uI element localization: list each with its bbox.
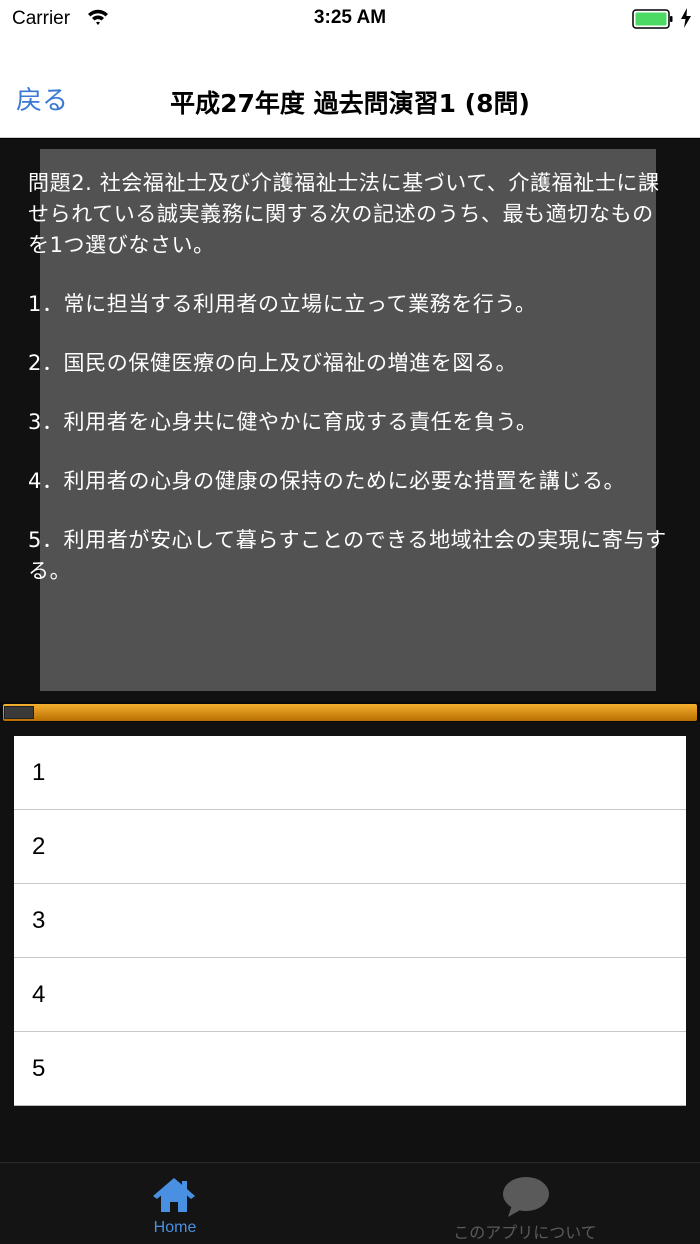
status-time: 3:25 AM [313, 7, 387, 28]
choice-3: 3．利用者を心身共に健やかに育成する責任を負う。 [28, 410, 538, 434]
tab-bar: Home このアプリについて [0, 1162, 700, 1244]
tab-home-label: Home [153, 1219, 197, 1236]
battery-icon [632, 9, 674, 33]
answer-option-3[interactable]: 3 [14, 884, 686, 958]
tab-about-label: このアプリについて [453, 1223, 597, 1242]
question-text: 問題2. 社会福祉士及び介護福祉士法に基づいて、介護福祉士に課せられている誠実義… [28, 168, 674, 615]
tab-home[interactable]: Home [0, 1163, 350, 1244]
answer-option-2[interactable]: 2 [14, 810, 686, 884]
choice-5: 5．利用者が安心して暮らすことのできる地域社会の実現に寄与する。 [28, 528, 667, 583]
charging-bolt-icon [680, 7, 692, 33]
choice-4: 4．利用者の心身の健康の保持のために必要な措置を講じる。 [28, 469, 626, 493]
answer-option-4[interactable]: 4 [14, 958, 686, 1032]
answer-list: 1 2 3 4 5 [14, 736, 686, 1106]
question-stem: 問題2. 社会福祉士及び介護福祉士法に基づいて、介護福祉士に課せられている誠実義… [28, 171, 660, 257]
choice-1: 1．常に担当する利用者の立場に立って業務を行う。 [28, 292, 537, 316]
drag-handle-icon[interactable] [4, 706, 34, 719]
navigation-bar: 戻る 平成27年度 過去問演習1 (8問) [0, 40, 700, 138]
divider-bar[interactable] [3, 704, 697, 721]
answer-option-5[interactable]: 5 [14, 1032, 686, 1106]
page-title: 平成27年度 過去問演習1 (8問) [170, 89, 530, 118]
home-icon [150, 1175, 198, 1219]
split-divider[interactable] [0, 702, 700, 722]
status-bar: Carrier 3:25 AM [0, 0, 700, 40]
answer-area: 1 2 3 4 5 [0, 722, 700, 1162]
speech-bubble-icon [500, 1175, 552, 1223]
choice-2: 2．国民の保健医療の向上及び福祉の増進を図る。 [28, 351, 518, 375]
tab-about[interactable]: このアプリについて [350, 1163, 700, 1244]
answer-option-1[interactable]: 1 [14, 736, 686, 810]
